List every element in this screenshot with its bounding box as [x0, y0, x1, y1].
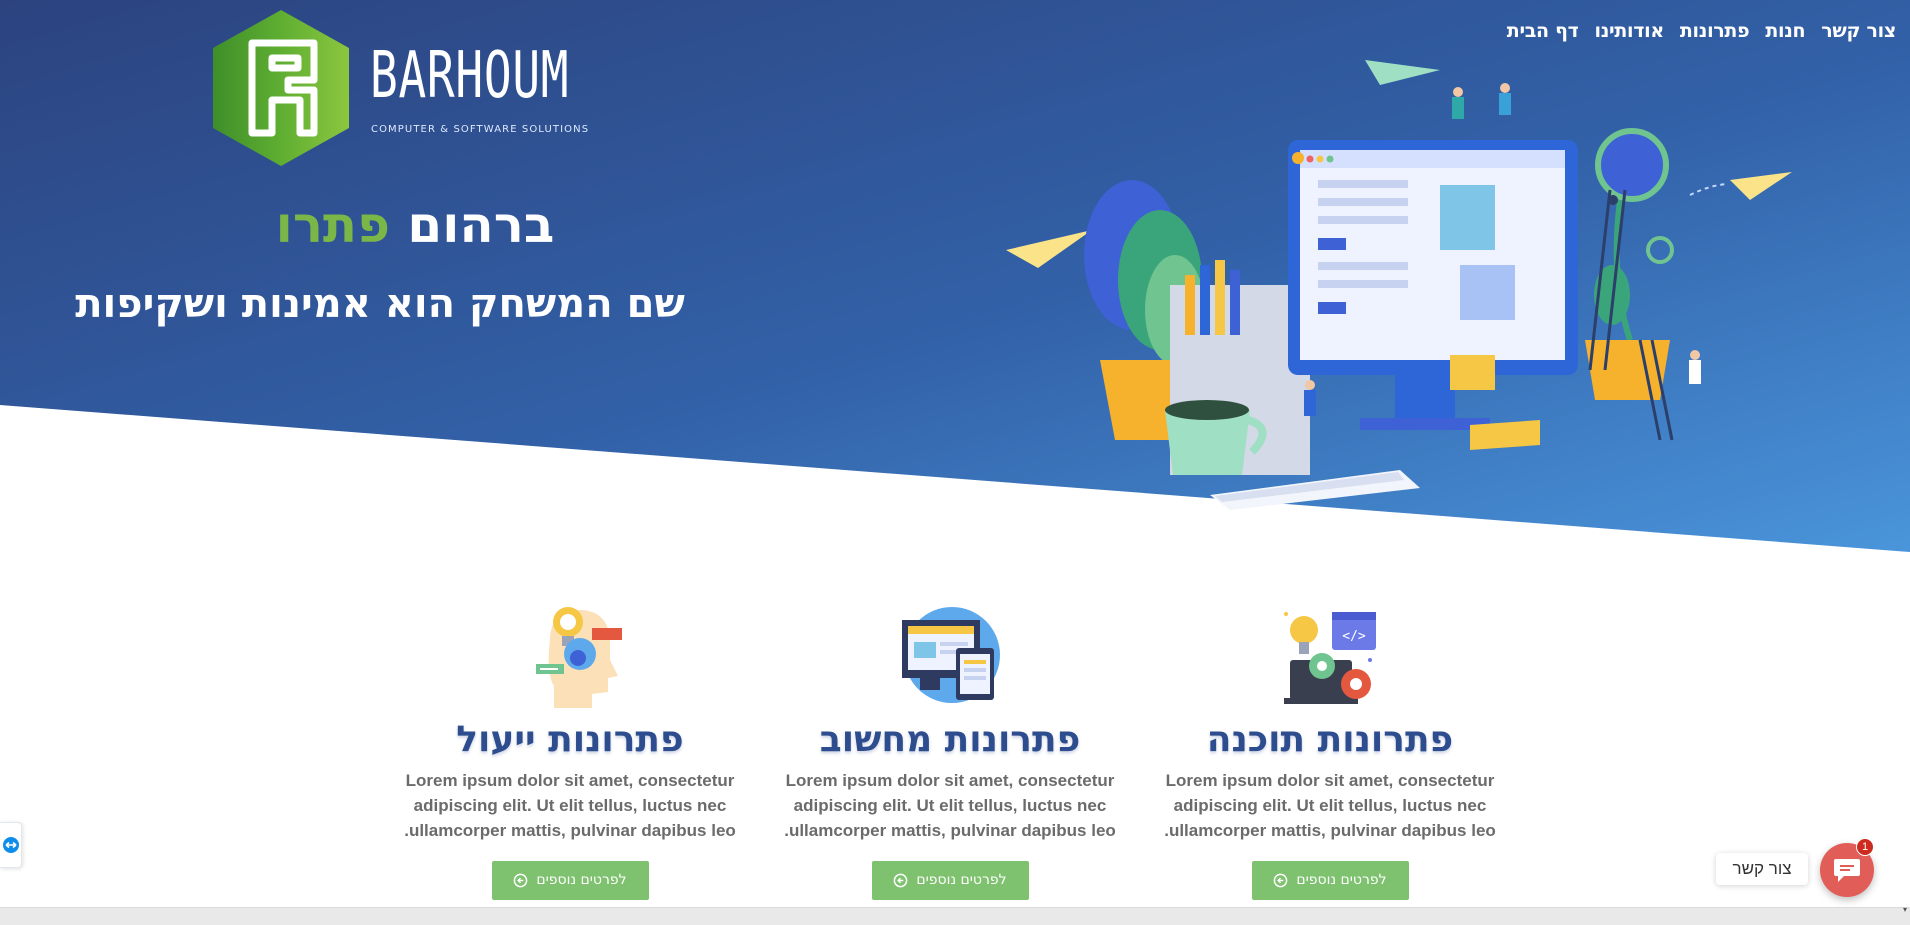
logo-wordmark: BARHOUM [370, 39, 570, 113]
chat-contact-label[interactable]: צור קשר [1716, 853, 1808, 885]
service-description: Lorem ipsum dolor sit amet, consectetur … [1164, 770, 1496, 840]
nav-item-contact[interactable]: צור קשר [1821, 20, 1896, 42]
service-description: Lorem ipsum dolor sit amet, consectetur … [404, 770, 736, 840]
button-label: לפרטים נוספים [916, 872, 1007, 889]
chat-notification-badge: 1 [1856, 838, 1874, 856]
software-development-icon: </> [1284, 612, 1376, 704]
arrow-circle-left-icon [894, 873, 908, 887]
svg-text:</>: </> [1342, 629, 1366, 644]
service-card-computing: פתרונות מחשוב Lorem ipsum dolor sit amet… [770, 600, 1130, 900]
more-details-button[interactable]: לפרטים נוספים [491, 860, 649, 900]
button-label: לפרטים נוספים [536, 872, 627, 889]
more-details-button[interactable]: לפרטים נוספים [1251, 860, 1409, 900]
site-logo[interactable]: BARHOUM COMPUTER & SOFTWARE SOLUTIONS [210, 8, 600, 168]
remote-support-tab[interactable] [0, 822, 22, 868]
hero-title: ברהום פתרו [250, 200, 580, 250]
service-card-software: </> פתרונות תוכנה Lorem ipsum dolor sit … [1150, 600, 1510, 900]
arrow-circle-left-icon [1274, 873, 1288, 887]
service-card-consulting: פתרונות ייעול Lorem ipsum dolor sit amet… [390, 600, 750, 900]
chat-bubble-icon [1834, 859, 1860, 882]
hero-subtitle: שם המשחק הוא אמינות ושקיפות [75, 281, 685, 327]
nav-item-solutions[interactable]: פתרונות [1680, 20, 1750, 42]
logo-tagline: COMPUTER & SOFTWARE SOLUTIONS [371, 124, 590, 135]
consulting-idea-icon [536, 607, 622, 708]
hero-title-accent: פתרו [275, 196, 390, 254]
arrow-circle-left-icon [514, 873, 528, 887]
nav-item-shop[interactable]: חנות [1765, 20, 1805, 42]
page: דף הבית אודותינו פתרונות חנות צור קשר BA… [0, 0, 1910, 925]
logo-hexagon-icon [213, 10, 349, 166]
more-details-button[interactable]: לפרטים נוספים [871, 860, 1029, 900]
service-title: פתרונות ייעול [456, 719, 684, 760]
hero-workspace-illustration [1006, 60, 1792, 510]
nav-item-about[interactable]: אודותינו [1595, 20, 1665, 42]
nav-item-home[interactable]: דף הבית [1507, 20, 1579, 42]
service-title: פתרונות תוכנה [1206, 719, 1454, 760]
scroll-down-arrow-icon[interactable]: ▾ [1903, 906, 1910, 914]
service-title: פתרונות מחשוב [819, 719, 1081, 760]
main-nav: דף הבית אודותינו פתרונות חנות צור קשר [1507, 20, 1897, 42]
remote-arrows-icon [2, 837, 19, 853]
hero-title-main: ברהום [407, 196, 555, 254]
computer-devices-icon [902, 607, 1000, 703]
button-label: לפרטים נוספים [1296, 872, 1387, 889]
service-description: Lorem ipsum dolor sit amet, consectetur … [784, 770, 1116, 840]
horizontal-scrollbar[interactable] [0, 907, 1910, 925]
